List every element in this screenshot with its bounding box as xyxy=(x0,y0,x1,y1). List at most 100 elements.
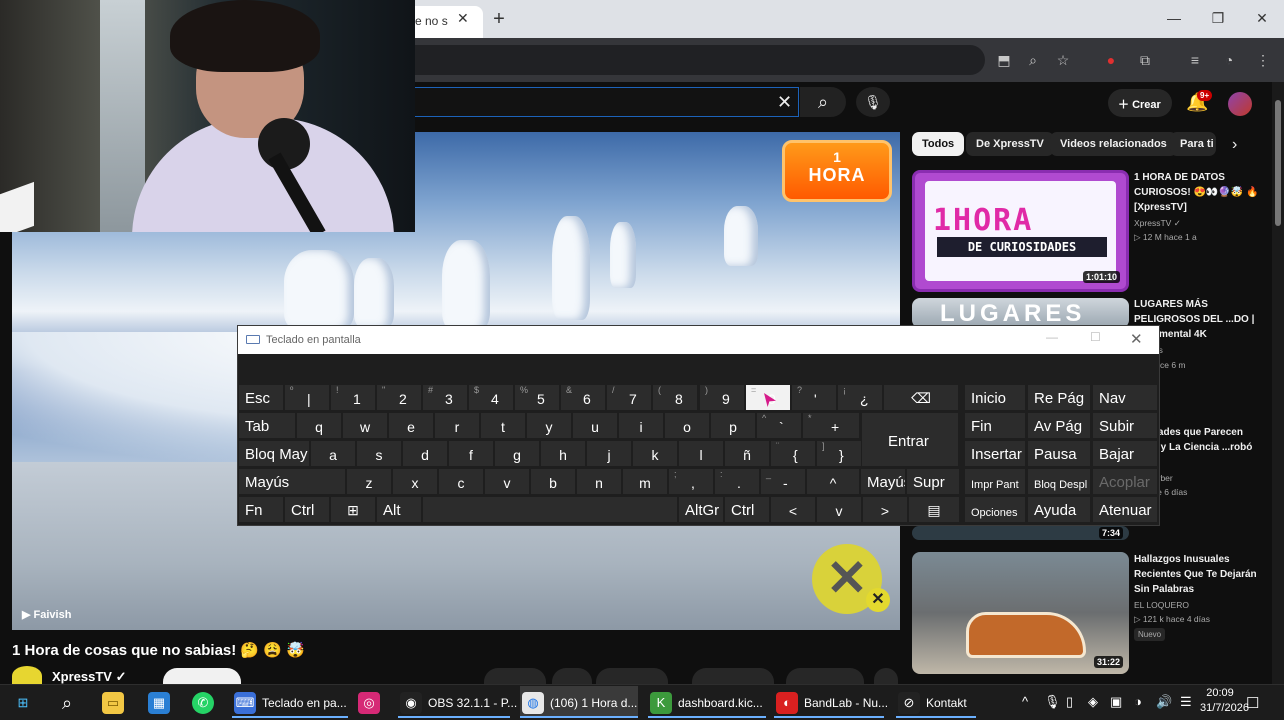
notification-center-icon[interactable]: ☐ xyxy=(1246,694,1259,712)
osk-key[interactable]: < xyxy=(771,497,815,522)
osk-key[interactable] xyxy=(423,497,677,522)
window-close-button[interactable]: ✕ xyxy=(1252,8,1272,28)
osk-key[interactable]: Alt xyxy=(377,497,421,522)
osk-nav-key[interactable]: Inicio xyxy=(965,385,1025,410)
zoom-icon[interactable]: ⌕ xyxy=(1022,49,1044,71)
language-icon[interactable]: ☰ xyxy=(1180,694,1192,710)
start-button[interactable]: ⊞ xyxy=(8,686,38,718)
osk-nav-key[interactable]: Ayuda xyxy=(1028,497,1090,522)
osk-nav-key[interactable]: Re Pág xyxy=(1028,385,1090,410)
osk-key[interactable]: k xyxy=(633,441,677,466)
osk-close-button[interactable]: ✕ xyxy=(1130,330,1143,348)
osk-key[interactable]: b xyxy=(531,469,575,494)
osk-key[interactable]: > xyxy=(863,497,907,522)
osk-key[interactable]: q xyxy=(297,413,341,438)
osk-key[interactable]: % 5 xyxy=(515,385,559,410)
osk-key[interactable]: h xyxy=(541,441,585,466)
taskbar-app-button[interactable]: ◎ xyxy=(356,686,386,718)
osk-key[interactable]: n xyxy=(577,469,621,494)
osk-key[interactable]: ¡ ¿ xyxy=(838,385,882,410)
osk-key[interactable]: a xyxy=(311,441,355,466)
search-taskbar-button[interactable]: ⌕ xyxy=(52,686,82,718)
battery-icon[interactable]: ▯ xyxy=(1066,694,1073,710)
osk-key[interactable]: r xyxy=(435,413,479,438)
osk-key[interactable]: ;, xyxy=(669,469,713,494)
osk-key[interactable]: ▤ xyxy=(909,497,959,522)
osk-key[interactable]: * + xyxy=(803,413,859,438)
avatar[interactable] xyxy=(1228,92,1252,116)
chip-related[interactable]: Videos relacionados xyxy=(1050,132,1177,156)
osk-key[interactable]: Ctrl xyxy=(725,497,769,522)
osk-key[interactable]: Entrar xyxy=(862,413,958,466)
taskbar-app-button[interactable]: ◍ (106) 1 Hora d... xyxy=(520,686,638,718)
osk-key[interactable]: Supr xyxy=(907,469,959,494)
osk-key[interactable]: m xyxy=(623,469,667,494)
osk-key[interactable]: v xyxy=(485,469,529,494)
osk-key[interactable]: i xyxy=(619,413,663,438)
osk-key[interactable]: u xyxy=(573,413,617,438)
chip-all[interactable]: Todos xyxy=(912,132,965,156)
chevron-right-icon[interactable]: › xyxy=(1232,136,1237,154)
volume-icon[interactable]: 🔊 xyxy=(1156,694,1172,710)
chip-for-you[interactable]: Para ti xyxy=(1170,132,1216,156)
recommendation-thumbnail[interactable]: 7:34 xyxy=(912,526,1129,540)
osk-key[interactable]: o xyxy=(665,413,709,438)
osk-key[interactable]: Fn xyxy=(239,497,283,522)
osk-titlebar[interactable]: Teclado en pantalla — ☐ ✕ xyxy=(238,326,1159,354)
scrollbar-thumb[interactable] xyxy=(1275,100,1281,226)
recommendation-thumbnail[interactable]: LUGARES xyxy=(912,298,1129,328)
media-control-icon[interactable]: ≡ xyxy=(1184,49,1206,71)
file-explorer-button[interactable]: ▭ xyxy=(98,686,128,718)
taskbar-app-button[interactable]: ◉ OBS 32.1.1 - P... xyxy=(398,686,517,718)
browser-menu-icon[interactable]: ⋮ xyxy=(1252,49,1274,71)
osk-key[interactable]: ^ xyxy=(807,469,859,494)
tray-overflow-icon[interactable]: ^ xyxy=(1022,694,1028,709)
chip-from-channel[interactable]: De XpressTV xyxy=(966,132,1054,156)
taskbar-app-button[interactable]: ⌨ Teclado en pa... xyxy=(232,686,348,718)
osk-nav-key[interactable]: Atenuar xyxy=(1093,497,1157,522)
address-bar[interactable] xyxy=(405,45,985,75)
osk-key[interactable]: ! 1 xyxy=(331,385,375,410)
osk-nav-key[interactable]: Nav xyxy=(1093,385,1157,410)
taskbar-app-button[interactable]: Kdashboard.kic... xyxy=(648,686,766,718)
osk-key[interactable]: " 2 xyxy=(377,385,421,410)
osk-key[interactable]: ⌫ xyxy=(884,385,958,410)
osk-nav-key[interactable]: Av Pág xyxy=(1028,413,1090,438)
osk-nav-key[interactable]: Subir xyxy=(1093,413,1157,438)
search-input[interactable] xyxy=(405,87,799,117)
osk-key[interactable]: #3 xyxy=(423,385,467,410)
osk-key[interactable]: º | xyxy=(285,385,329,410)
window-minimize-button[interactable]: — xyxy=(1164,8,1184,28)
profile-icon[interactable]: ◔ xyxy=(1218,49,1240,71)
osk-key[interactable]: w xyxy=(343,413,387,438)
osk-key[interactable]: _ - xyxy=(761,469,805,494)
recommendation-title[interactable]: 1 HORA DE DATOS CURIOSOS! 😍👀🔮🤯 🔥 [Xpress… xyxy=(1134,170,1262,215)
osk-key[interactable]: g xyxy=(495,441,539,466)
extensions-puzzle-icon[interactable]: ⧉ xyxy=(1134,49,1156,71)
extension-red-icon[interactable]: ● xyxy=(1100,49,1122,71)
osk-key[interactable]: /7 xyxy=(607,385,651,410)
osk-key[interactable]: Esc xyxy=(239,385,283,410)
osk-key[interactable]: Mayús xyxy=(861,469,905,494)
osk-key[interactable]: (8 xyxy=(653,385,697,410)
whatsapp-button[interactable]: ✆ xyxy=(188,686,218,718)
osk-key[interactable]: v xyxy=(817,497,861,522)
network-icon[interactable]: ◑ xyxy=(1134,694,1142,709)
osk-key[interactable]: $4 xyxy=(469,385,513,410)
osk-key[interactable]: x xyxy=(393,469,437,494)
recommendation-title[interactable]: Hallazgos Inusuales Recientes Que Te Dej… xyxy=(1134,552,1262,597)
osk-key[interactable]: :. xyxy=(715,469,759,494)
osk-key[interactable]: s xyxy=(357,441,401,466)
osk-key[interactable]: z xyxy=(347,469,391,494)
osk-key[interactable]: ) 9 xyxy=(700,385,744,410)
search-button[interactable]: ⌕ xyxy=(800,87,846,117)
osk-key[interactable]: ]} xyxy=(817,441,861,466)
channel-name[interactable]: XpressTV ✓ xyxy=(52,669,127,685)
voice-search-button[interactable]: 🎙 xyxy=(856,87,890,117)
osk-nav-key[interactable]: Impr Pant xyxy=(965,469,1025,494)
tray-app-icon[interactable]: ▣ xyxy=(1110,694,1122,710)
recommendation-thumbnail[interactable]: 31:22 xyxy=(912,552,1129,674)
osk-key[interactable]: & 6 xyxy=(561,385,605,410)
osk-key[interactable]: d xyxy=(403,441,447,466)
osk-key[interactable]: AltGr xyxy=(679,497,723,522)
